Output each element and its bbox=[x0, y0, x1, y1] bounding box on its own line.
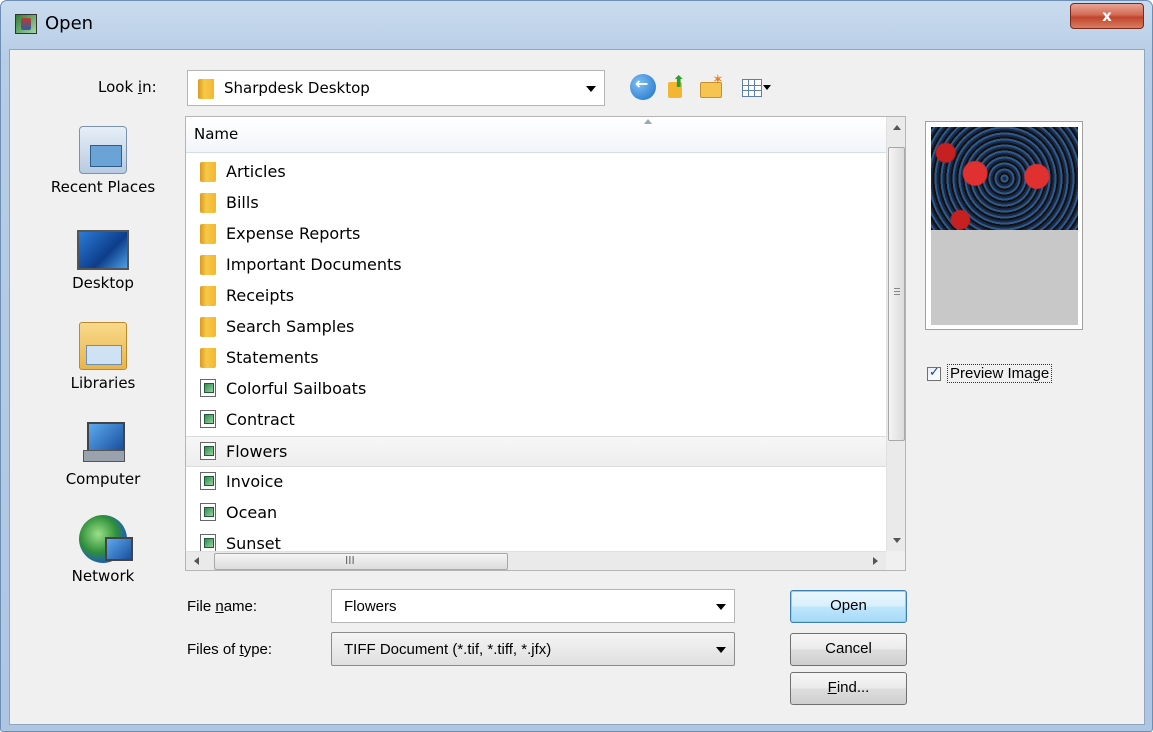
image-file-icon bbox=[200, 410, 216, 428]
close-button[interactable]: x bbox=[1070, 3, 1144, 29]
network-icon bbox=[79, 515, 133, 563]
preview-image-label[interactable]: Preview Image bbox=[947, 364, 1053, 383]
chevron-down-icon[interactable] bbox=[716, 604, 726, 610]
place-label: Libraries bbox=[70, 374, 136, 392]
vertical-scroll-thumb[interactable] bbox=[888, 147, 905, 441]
place-libraries[interactable]: Libraries bbox=[40, 322, 166, 392]
image-file-icon bbox=[200, 534, 216, 552]
chevron-down-icon bbox=[716, 647, 726, 653]
file-list-item[interactable]: Invoice bbox=[186, 467, 886, 498]
column-header-label: Name bbox=[194, 125, 239, 143]
place-label: Network bbox=[71, 567, 135, 585]
file-name: Receipts bbox=[226, 286, 295, 305]
file-name: Ocean bbox=[226, 503, 278, 522]
place-label: Computer bbox=[65, 470, 141, 488]
chevron-down-icon bbox=[586, 86, 596, 92]
vertical-scrollbar[interactable] bbox=[886, 117, 905, 551]
column-header-name[interactable]: Name bbox=[186, 117, 886, 153]
file-list-item[interactable]: Colorful Sailboats bbox=[186, 374, 886, 405]
horizontal-scrollbar[interactable]: III bbox=[186, 551, 886, 570]
file-name: Articles bbox=[226, 162, 286, 181]
file-name-value: Flowers bbox=[344, 598, 397, 615]
file-name: Search Samples bbox=[226, 317, 355, 336]
file-list-item[interactable]: Search Samples bbox=[186, 312, 886, 343]
file-name: Expense Reports bbox=[226, 224, 361, 243]
folder-icon bbox=[200, 193, 216, 213]
folder-icon bbox=[200, 317, 216, 337]
folder-icon bbox=[200, 255, 216, 275]
file-rows: Articles Bills Expense Reports Important Do… bbox=[186, 157, 886, 560]
file-list[interactable]: Name Articles Bills Expense Reports Importa… bbox=[185, 116, 906, 571]
file-name: Invoice bbox=[226, 472, 284, 491]
folder-icon bbox=[200, 286, 216, 306]
file-type-value: TIFF Document (*.tif, *.tiff, *.jfx) bbox=[344, 641, 552, 658]
file-name: Bills bbox=[226, 193, 259, 212]
image-file-icon bbox=[200, 503, 216, 521]
file-type-label: Files of type: bbox=[187, 641, 273, 658]
file-list-item[interactable]: Important Documents bbox=[186, 250, 886, 281]
scroll-right-icon[interactable] bbox=[873, 557, 878, 565]
libraries-icon bbox=[79, 322, 127, 370]
sort-ascending-icon bbox=[644, 119, 652, 124]
preview-blank-area bbox=[931, 230, 1078, 325]
horizontal-scroll-thumb[interactable]: III bbox=[214, 553, 508, 570]
up-folder-icon[interactable] bbox=[664, 72, 690, 100]
views-menu-icon[interactable] bbox=[740, 74, 776, 100]
look-in-label: Look in: bbox=[98, 78, 157, 96]
look-in-value: Sharpdesk Desktop bbox=[224, 79, 370, 97]
file-list-item[interactable]: Statements bbox=[186, 343, 886, 374]
preview-pane bbox=[925, 121, 1083, 330]
place-desktop[interactable]: Desktop bbox=[40, 230, 166, 292]
file-list-item[interactable]: Flowers bbox=[186, 436, 886, 467]
back-icon[interactable] bbox=[630, 74, 656, 100]
place-label: Recent Places bbox=[50, 178, 156, 196]
new-folder-icon[interactable] bbox=[698, 72, 724, 100]
file-list-item[interactable]: Expense Reports bbox=[186, 219, 886, 250]
place-computer[interactable]: Computer bbox=[40, 418, 166, 488]
preview-image bbox=[931, 127, 1078, 230]
file-list-item[interactable]: Contract bbox=[186, 405, 886, 436]
folder-icon bbox=[198, 79, 214, 99]
place-network[interactable]: Network bbox=[40, 515, 166, 585]
scroll-up-icon[interactable] bbox=[893, 125, 901, 130]
look-in-dropdown[interactable]: Sharpdesk Desktop bbox=[187, 70, 605, 106]
scroll-down-icon[interactable] bbox=[893, 538, 901, 543]
file-type-dropdown[interactable]: TIFF Document (*.tif, *.tiff, *.jfx) bbox=[331, 632, 735, 666]
cancel-button[interactable]: Cancel bbox=[790, 633, 907, 666]
find-button[interactable]: Find... bbox=[790, 672, 907, 705]
file-name: Statements bbox=[226, 348, 319, 367]
place-label: Desktop bbox=[72, 274, 134, 292]
open-button[interactable]: Open bbox=[790, 590, 907, 623]
image-file-icon bbox=[200, 472, 216, 490]
file-name: Important Documents bbox=[226, 255, 402, 274]
desktop-icon bbox=[77, 230, 129, 270]
folder-icon bbox=[200, 224, 216, 244]
image-file-icon bbox=[200, 379, 216, 397]
file-name-label: File name: bbox=[187, 598, 258, 615]
file-name: Colorful Sailboats bbox=[226, 379, 367, 398]
app-icon bbox=[15, 14, 37, 34]
grip-icon bbox=[894, 288, 900, 295]
file-name-input[interactable]: Flowers bbox=[331, 589, 735, 623]
file-list-item[interactable]: Ocean bbox=[186, 498, 886, 529]
image-file-icon bbox=[200, 442, 216, 460]
scroll-left-icon[interactable] bbox=[194, 557, 199, 565]
place-recent-places[interactable]: Recent Places bbox=[40, 126, 166, 196]
file-list-item[interactable]: Receipts bbox=[186, 281, 886, 312]
file-list-item[interactable]: Bills bbox=[186, 188, 886, 219]
window-title: Open bbox=[45, 13, 94, 34]
file-name: Flowers bbox=[226, 442, 288, 461]
title-bar[interactable]: Open x bbox=[1, 1, 1152, 49]
file-list-item[interactable]: Articles bbox=[186, 157, 886, 188]
recent-places-icon bbox=[79, 126, 127, 174]
file-name: Contract bbox=[226, 410, 295, 429]
scroll-corner bbox=[886, 551, 905, 570]
computer-icon bbox=[79, 418, 127, 466]
folder-icon bbox=[200, 348, 216, 368]
folder-icon bbox=[200, 162, 216, 182]
grip-icon: III bbox=[345, 554, 355, 567]
preview-image-checkbox[interactable] bbox=[927, 365, 941, 381]
